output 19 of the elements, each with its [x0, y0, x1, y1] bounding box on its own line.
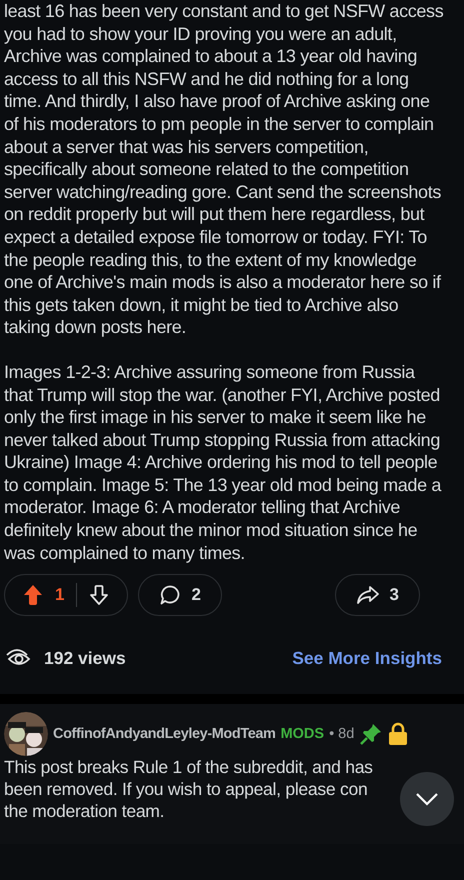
- comment-text-line: been removed. If you wish to appeal, please con: [4, 778, 368, 800]
- post-paragraph: Images 1-2-3: Archive assuring someone from Russia that Trump will stop the war. (another FYI, Archive posted only the first image in his server to make it seem like he never talked about Trump stopping Russia from attacking Ukraine) Image 4: Archive ordering his mod to tell people to complain. Image 5: The 13 year old mod being made a moderator. Image 6: A moderator telling that Archive definitely knew about the minor mod situation since he was complained to many times.: [4, 360, 442, 564]
- downvote-icon[interactable]: [89, 584, 110, 606]
- mod-label: MODS: [280, 726, 324, 742]
- share-button[interactable]: 3: [334, 574, 420, 616]
- chevron-down-icon: [414, 791, 440, 808]
- comment-text-line: the moderation team.: [4, 800, 164, 822]
- view-count: 192 views: [44, 648, 126, 669]
- comment-age: • 8d: [329, 726, 354, 742]
- vote-count: 1: [55, 585, 64, 606]
- share-arrow-icon: [356, 584, 380, 606]
- speech-bubble-icon: [159, 584, 182, 606]
- post-paragraph: least 16 has been very constant and to get NSFW access you had to show your ID proving you were an adult, Archive was complained to about a 13 year old having access to all this NSFW and he did nothing for a long time. And thirdly, I also have proof of Archive asking one of his moderators to pm people in the server to complain about a server that was his servers competition, specifically about someone related to the competition server watching/reading gore. Cant send the screenshots on reddit properly but will put them here regardless, but expect a detailed expose file tomorrow or today. FYI: To the people reading this, to the extent of my knowledge one of Archive's main mods is also a moderator here so if this gets taken down, it might be tied to Archive also taking down posts here.: [4, 0, 444, 339]
- comment-author[interactable]: CoffinofAndyandLeyley-ModTeam: [53, 726, 276, 742]
- comment-text-line: This post breaks Rule 1 of the subreddit, and has: [4, 756, 373, 778]
- upvote-icon[interactable]: [23, 584, 43, 606]
- comments-button[interactable]: 2: [138, 574, 222, 616]
- insights-link[interactable]: See More Insights: [292, 648, 442, 669]
- avatar[interactable]: [4, 712, 48, 756]
